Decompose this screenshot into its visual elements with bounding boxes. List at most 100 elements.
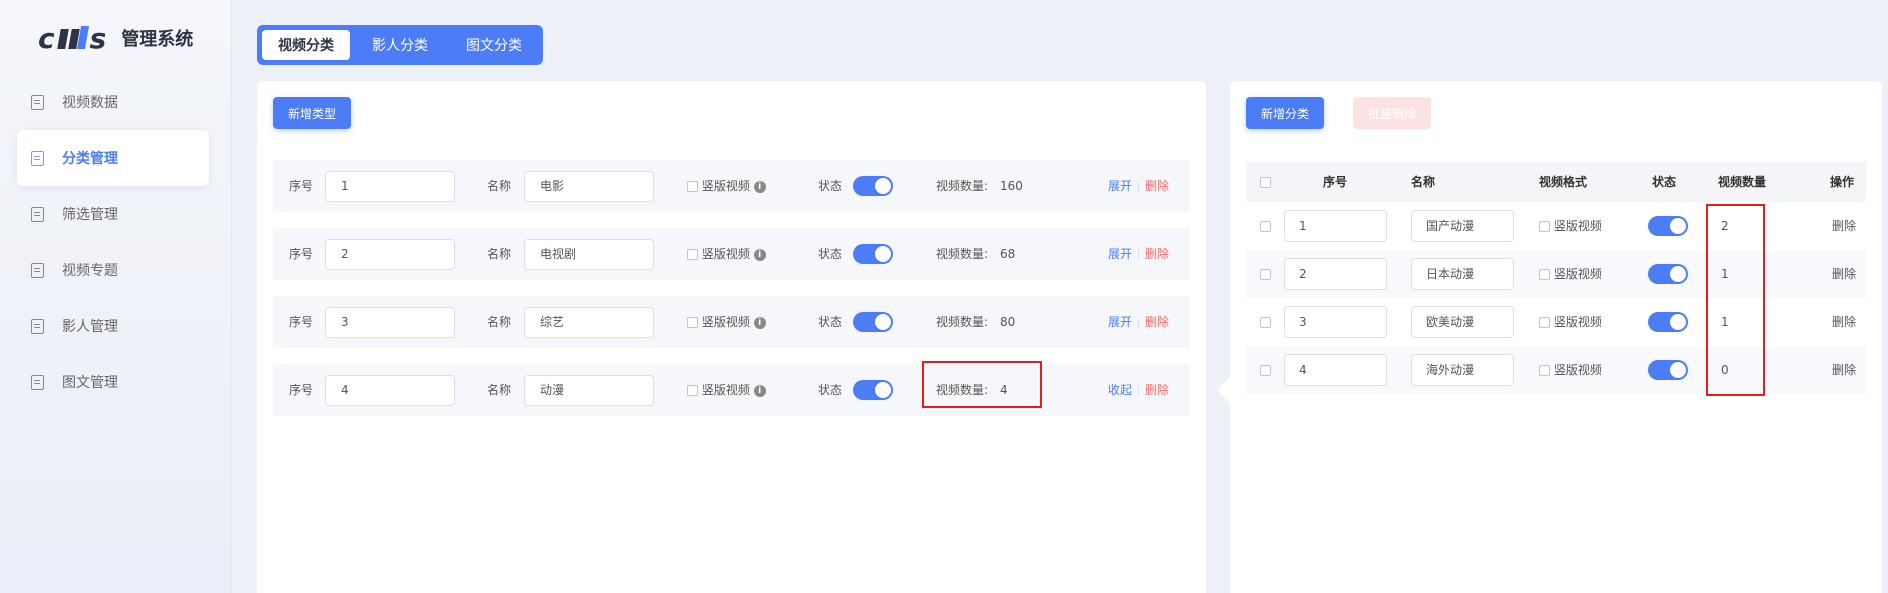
sidebar-item-label: 分类管理 — [62, 151, 118, 167]
name-input[interactable]: 欧美动漫 — [1411, 306, 1514, 338]
add-category-button[interactable]: 新增分类 — [1246, 97, 1325, 129]
document-icon — [31, 150, 44, 166]
delete-link[interactable]: 删除 — [1832, 346, 1856, 394]
delete-link[interactable]: 删除 — [1832, 298, 1856, 346]
order-input[interactable]: 3 — [325, 307, 455, 338]
order-input[interactable]: 2 — [1284, 258, 1387, 290]
name-input[interactable]: 国产动漫 — [1411, 210, 1514, 242]
order-input[interactable]: 4 — [1284, 354, 1387, 386]
sidebar-item-topic[interactable]: 视频专题 — [17, 242, 209, 298]
sidebar-item-video-data[interactable]: 视频数据 — [17, 74, 209, 130]
highlight-box — [1706, 204, 1765, 396]
vertical-video-checkbox[interactable] — [687, 385, 698, 396]
panel-pointer — [1217, 377, 1230, 403]
vertical-video-label: 竖版视频 — [1553, 267, 1602, 281]
expand-link[interactable]: 展开 — [1108, 315, 1132, 329]
status-label: 状态 — [818, 383, 843, 397]
vertical-video-checkbox[interactable] — [687, 317, 698, 328]
tab-video-category[interactable]: 视频分类 — [262, 30, 350, 60]
vertical-video-checkbox[interactable] — [1539, 365, 1550, 376]
name-input[interactable]: 动漫 — [524, 375, 654, 406]
vertical-video-label: 竖版视频 — [1553, 363, 1602, 377]
order-input[interactable]: 3 — [1284, 306, 1387, 338]
vertical-video-checkbox[interactable] — [1539, 317, 1550, 328]
delete-link[interactable]: 删除 — [1832, 202, 1856, 250]
sidebar-item-article[interactable]: 图文管理 — [17, 354, 209, 410]
status-toggle[interactable] — [1648, 360, 1688, 380]
delete-link[interactable]: 删除 — [1145, 383, 1169, 397]
status-toggle[interactable] — [1648, 216, 1688, 236]
sidebar-item-category[interactable]: 分类管理 — [17, 130, 209, 186]
video-count-label: 视频数量: — [936, 247, 989, 261]
name-input[interactable]: 电视剧 — [524, 239, 654, 270]
batch-delete-button[interactable]: 批量删除 — [1353, 97, 1432, 129]
name-input[interactable]: 日本动漫 — [1411, 258, 1514, 290]
status-toggle[interactable] — [1648, 312, 1688, 332]
status-toggle[interactable] — [1648, 264, 1688, 284]
type-row: 序号 2 名称 电视剧 竖版视频 i 状态 视频数量: 68 展开 删除 — [273, 228, 1190, 280]
column-header: 状态 — [1652, 175, 1677, 189]
delete-link[interactable]: 删除 — [1145, 315, 1169, 329]
name-input[interactable]: 海外动漫 — [1411, 354, 1514, 386]
delete-link[interactable]: 删除 — [1832, 250, 1856, 298]
row-checkbox[interactable] — [1260, 317, 1271, 328]
vertical-video-label: 竖版视频 — [701, 383, 750, 397]
sidebar-item-filter[interactable]: 筛选管理 — [17, 186, 209, 242]
sidebar-item-people[interactable]: 影人管理 — [17, 298, 209, 354]
vertical-video-checkbox[interactable] — [1539, 269, 1550, 280]
info-icon: i — [753, 248, 766, 261]
name-label: 名称 — [487, 315, 512, 329]
collapse-link[interactable]: 收起 — [1108, 383, 1132, 397]
name-input[interactable]: 电影 — [524, 171, 654, 202]
vertical-video-option[interactable]: 竖版视频 i — [687, 228, 766, 280]
info-icon: i — [753, 316, 766, 329]
type-list-panel: 新增类型 序号 1 名称 电影 竖版视频 i 状态 视频数量: 160 展开 删除… — [257, 81, 1206, 593]
table-header: 序号 名称 视频格式 状态 视频数量 操作 — [1246, 162, 1866, 202]
sidebar: cs 管理系统 视频数据 分类管理 筛选管理 视频专题 影人管理 图文管理 — [0, 0, 232, 593]
column-header: 名称 — [1411, 175, 1436, 189]
vertical-video-option[interactable]: 竖版视频 — [1539, 202, 1602, 250]
row-checkbox[interactable] — [1260, 269, 1271, 280]
delete-link[interactable]: 删除 — [1145, 179, 1169, 193]
delete-link[interactable]: 删除 — [1145, 247, 1169, 261]
order-input[interactable]: 1 — [325, 171, 455, 202]
expand-link[interactable]: 展开 — [1108, 247, 1132, 261]
status-toggle[interactable] — [853, 244, 893, 264]
vertical-video-option[interactable]: 竖版视频 — [1539, 250, 1602, 298]
add-type-button[interactable]: 新增类型 — [273, 97, 352, 129]
status-toggle[interactable] — [853, 380, 893, 400]
vertical-video-checkbox[interactable] — [1539, 221, 1550, 232]
vertical-video-checkbox[interactable] — [687, 249, 698, 260]
order-label: 序号 — [289, 247, 314, 261]
order-input[interactable]: 2 — [325, 239, 455, 270]
expand-link[interactable]: 展开 — [1108, 179, 1132, 193]
table-row: 1 国产动漫 竖版视频 2 删除 — [1246, 202, 1866, 250]
document-icon — [31, 262, 44, 278]
name-input[interactable]: 综艺 — [524, 307, 654, 338]
order-input[interactable]: 1 — [1284, 210, 1387, 242]
status-label: 状态 — [818, 247, 843, 261]
vertical-video-option[interactable]: 竖版视频 i — [687, 364, 766, 416]
status-toggle[interactable] — [853, 176, 893, 196]
status-label: 状态 — [818, 315, 843, 329]
order-input[interactable]: 4 — [325, 375, 455, 406]
row-checkbox[interactable] — [1260, 221, 1271, 232]
tab-people-category[interactable]: 影人分类 — [356, 30, 444, 60]
select-all-checkbox[interactable] — [1260, 177, 1271, 188]
tab-article-category[interactable]: 图文分类 — [450, 30, 538, 60]
vertical-video-option[interactable]: 竖版视频 i — [687, 296, 766, 348]
vertical-video-label: 竖版视频 — [701, 315, 750, 329]
vertical-video-option[interactable]: 竖版视频 i — [687, 160, 766, 212]
video-count-value: 80 — [1000, 315, 1016, 329]
document-icon — [31, 318, 44, 334]
vertical-video-checkbox[interactable] — [687, 181, 698, 192]
status-toggle[interactable] — [853, 312, 893, 332]
name-label: 名称 — [487, 179, 512, 193]
table-row: 2 日本动漫 竖版视频 1 删除 — [1246, 250, 1866, 298]
vertical-video-option[interactable]: 竖版视频 — [1539, 298, 1602, 346]
video-count-value: 68 — [1000, 247, 1016, 261]
vertical-video-option[interactable]: 竖版视频 — [1539, 346, 1602, 394]
info-icon: i — [753, 384, 766, 397]
row-checkbox[interactable] — [1260, 365, 1271, 376]
column-header: 序号 — [1323, 175, 1348, 189]
